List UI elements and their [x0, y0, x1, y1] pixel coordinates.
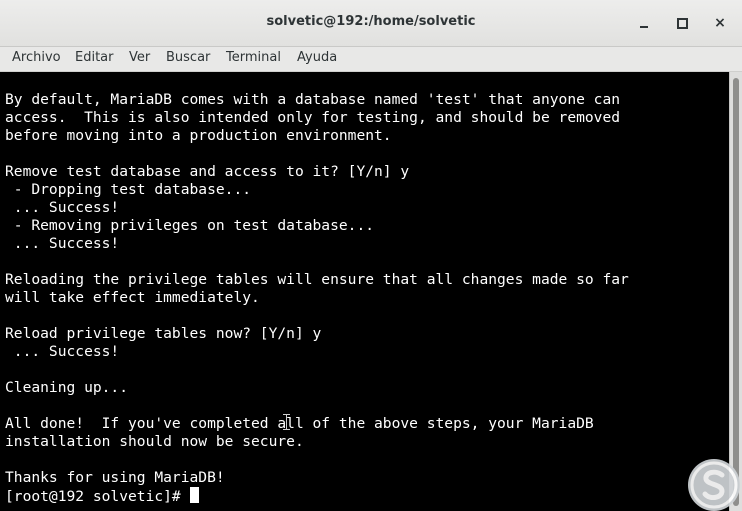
ibeam-pointer-icon [283, 414, 291, 430]
minimize-button[interactable] [633, 12, 655, 34]
terminal-line: - Dropping test database... [5, 181, 252, 198]
menu-ayuda[interactable]: Ayuda [296, 50, 338, 65]
maximize-button[interactable] [671, 12, 693, 34]
menu-bar: Archivo Editar Ver Buscar Terminal Ayuda [0, 47, 742, 72]
terminal-line: before moving into a production environm… [5, 127, 392, 144]
terminal-text: By default, MariaDB comes with a databas… [5, 91, 629, 506]
menu-ver[interactable]: Ver [128, 50, 151, 65]
terminal-line: ... Success! [5, 235, 120, 252]
terminal-line: Reloading the privilege tables will ensu… [5, 271, 629, 288]
terminal-line: Cleaning up... [5, 379, 129, 396]
maximize-icon [676, 17, 688, 29]
title-bar[interactable]: solvetic@192:/home/solvetic × [0, 0, 742, 47]
terminal-output[interactable]: By default, MariaDB comes with a databas… [0, 72, 729, 511]
terminal-line: ... Success! [5, 199, 120, 216]
terminal-prompt: [root@192 solvetic]# [5, 488, 190, 505]
text-cursor [189, 487, 199, 503]
minimize-icon [640, 26, 648, 28]
terminal-line: Reload privilege tables now? [Y/n] y [5, 325, 322, 342]
vertical-scrollbar[interactable] [729, 72, 742, 511]
scrollbar-thumb[interactable] [733, 78, 739, 506]
terminal-line: access. This is also intended only for t… [5, 109, 621, 126]
terminal-line: will take effect immediately. [5, 289, 260, 306]
menu-terminal[interactable]: Terminal [225, 50, 282, 65]
close-button[interactable]: × [709, 12, 731, 34]
terminal-line: By default, MariaDB comes with a databas… [5, 91, 621, 108]
terminal-line: Thanks for using MariaDB! [5, 469, 225, 486]
terminal-window: solvetic@192:/home/solvetic × Archivo Ed… [0, 0, 742, 511]
menu-editar[interactable]: Editar [74, 50, 115, 65]
terminal-line: - Removing privileges on test database..… [5, 217, 375, 234]
terminal-line: Remove test database and access to it? [… [5, 163, 410, 180]
terminal-line: installation should now be secure. [5, 433, 304, 450]
terminal-line: All done! If you've completed all of the… [5, 415, 594, 432]
solvetic-logo-icon [688, 459, 740, 511]
menu-buscar[interactable]: Buscar [165, 50, 211, 65]
window-title: solvetic@192:/home/solvetic [266, 14, 476, 29]
terminal-line: ... Success! [5, 343, 120, 360]
close-icon: × [714, 15, 726, 31]
menu-archivo[interactable]: Archivo [11, 50, 62, 65]
